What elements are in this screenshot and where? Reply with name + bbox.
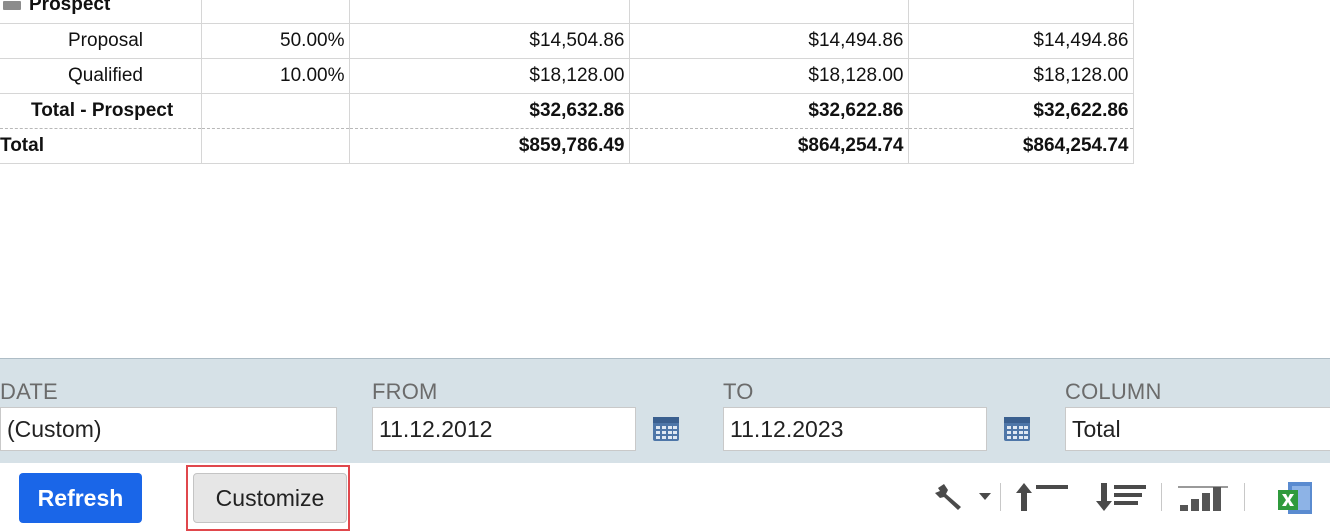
to-filter-label: TO [723,379,754,404]
subtotal-row: Total - Prospect $32,632.86 $32,622.86 $… [0,93,1134,129]
collapse-all-icon[interactable] [1014,481,1070,513]
row-amount-1: $14,504.86 [349,23,630,59]
subtotal-amount-3: $32,622.86 [908,93,1134,129]
table-row: Qualified 10.00% $18,128.00 $18,128.00 $… [0,58,1134,94]
total-amount-1: $859,786.49 [349,127,630,164]
expand-all-icon[interactable] [1094,481,1150,513]
group-row: Prospect [0,0,1134,24]
total-label: Total [0,127,202,164]
toolbar-separator [1244,483,1245,511]
row-label: Proposal [0,23,202,59]
wrench-icon[interactable] [934,482,966,512]
filter-bar: DATE FROM TO COLUMN [0,358,1330,463]
row-amount-2: $14,494.86 [629,23,909,59]
refresh-button[interactable]: Refresh [19,473,142,523]
row-amount-2: $18,128.00 [629,58,909,94]
toolbar-separator [1000,483,1001,511]
subtotal-amount-2: $32,622.86 [629,93,909,129]
to-date-input[interactable] [723,407,987,451]
subtotal-label: Total - Prospect [0,93,202,129]
column-select[interactable] [1065,407,1330,451]
from-date-input[interactable] [372,407,636,451]
date-filter-label: DATE [0,379,58,404]
date-select[interactable] [0,407,337,451]
from-filter-label: FROM [372,379,438,404]
row-label: Qualified [0,58,202,94]
row-amount-3: $18,128.00 [908,58,1134,94]
customize-button[interactable]: Customize [193,473,347,523]
total-row: Total $859,786.49 $864,254.74 $864,254.7… [0,127,1134,164]
subtotal-amount-1: $32,632.86 [349,93,630,129]
calendar-icon[interactable] [652,415,680,443]
total-amount-2: $864,254.74 [629,127,909,164]
column-filter-label: COLUMN [1065,379,1162,404]
row-probability: 10.00% [201,58,350,94]
row-amount-3: $14,494.86 [908,23,1134,59]
dropdown-arrow-icon[interactable] [978,491,992,501]
row-amount-1: $18,128.00 [349,58,630,94]
row-probability: 50.00% [201,23,350,59]
group-label: Prospect [29,0,111,16]
report-table: Prospect Proposal 50.00% $14,504.86 $14,… [0,0,1134,164]
total-amount-3: $864,254.74 [908,127,1134,164]
excel-export-icon[interactable] [1276,480,1314,516]
chart-icon[interactable] [1176,481,1232,513]
group-cell[interactable]: Prospect [0,0,202,24]
toolbar-separator [1161,483,1162,511]
calendar-icon[interactable] [1003,415,1031,443]
table-row: Proposal 50.00% $14,504.86 $14,494.86 $1… [0,23,1134,59]
collapse-icon[interactable] [3,0,21,10]
